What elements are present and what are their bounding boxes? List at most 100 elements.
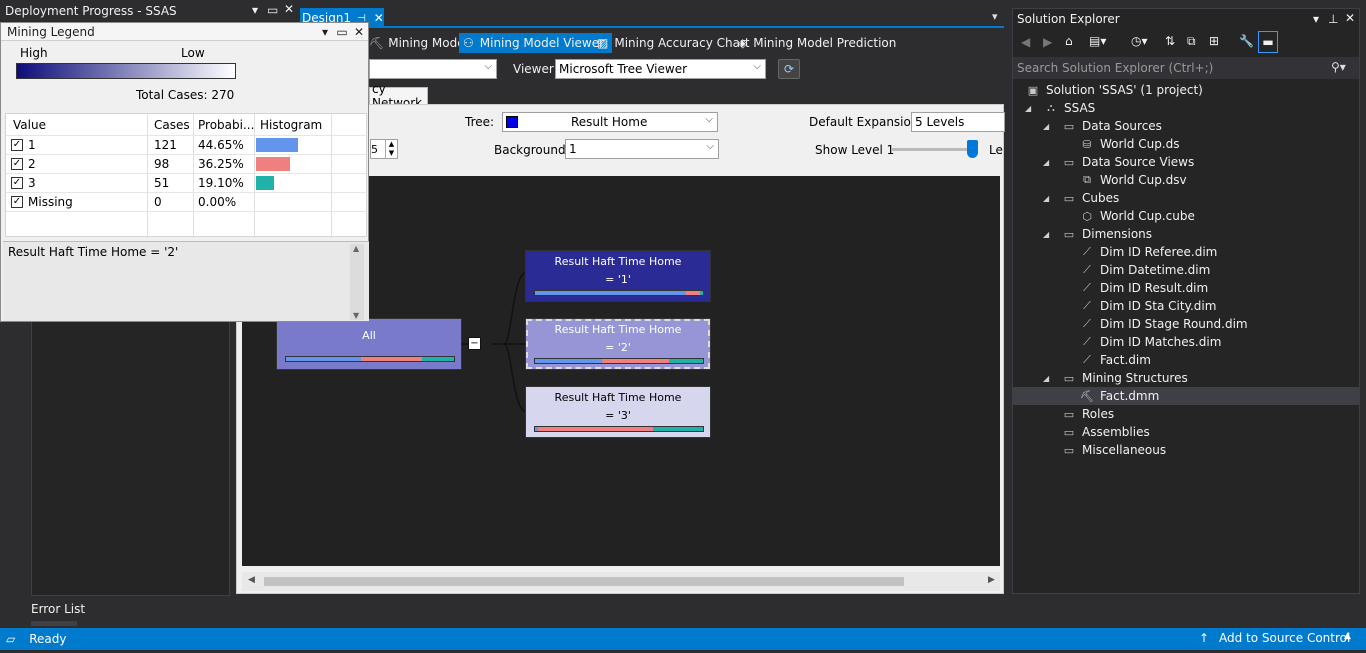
tree-item[interactable]: ⛏ Fact.dmm: [1013, 387, 1359, 405]
tree-project[interactable]: ◢ ⛬ SSAS: [1025, 99, 1095, 117]
tree-item-label: World Cup.dsv: [1100, 173, 1187, 187]
tree-folder[interactable]: ◢ ▭ Dimensions: [1043, 225, 1152, 243]
tree-item[interactable]: ⟋ Dim ID Sta City.dim: [1079, 297, 1216, 315]
default-expansion-select[interactable]: 5 Levels: [911, 112, 1005, 132]
chevron-up-icon[interactable]: ▲: [1344, 631, 1351, 641]
legend-prob: 19.10%: [198, 176, 244, 190]
close-icon[interactable]: ✕: [351, 23, 367, 41]
tree-folder[interactable]: ▭ Miscellaneous: [1061, 441, 1166, 459]
dropdown-icon[interactable]: ▾: [317, 23, 333, 41]
scroll-down-icon[interactable]: ▼: [353, 311, 359, 320]
forward-icon[interactable]: ▶: [1043, 35, 1052, 49]
pin-icon[interactable]: ⊥: [1328, 12, 1338, 26]
maximize-icon[interactable]: ▭: [267, 3, 278, 17]
tree-item[interactable]: ⧉ World Cup.dsv: [1079, 171, 1187, 189]
node-histogram: [285, 356, 455, 362]
sync-icon[interactable]: ⇅: [1165, 34, 1175, 48]
tree-folder[interactable]: ▭ Assemblies: [1061, 423, 1150, 441]
expand-icon[interactable]: ◢: [1025, 104, 1031, 113]
node-label: All: [362, 329, 376, 342]
legend-row: ✓ 2 98 36.25%: [6, 155, 368, 174]
expand-icon[interactable]: ◢: [1043, 374, 1049, 383]
dropdown-icon[interactable]: ▾: [1313, 12, 1319, 26]
tree-node-2[interactable]: Result Haft Time Home = '2': [525, 318, 711, 370]
level-slider-track[interactable]: [891, 148, 977, 151]
tree-folder[interactable]: ▭ Roles: [1061, 405, 1114, 423]
description-scrollbar[interactable]: ▲ ▼: [350, 244, 364, 320]
tree-item[interactable]: ⟋ Dim ID Matches.dim: [1079, 333, 1221, 351]
tab-mining-accuracy-chart[interactable]: ▨ Mining Accuracy Chart: [597, 33, 750, 53]
solution-explorer-titlebar: Solution Explorer ▾ ⊥ ✕: [1017, 11, 1356, 26]
legend-low-label: Low: [181, 46, 205, 60]
tree-folder[interactable]: ◢ ▭ Data Source Views: [1043, 153, 1194, 171]
back-icon[interactable]: ◀: [1021, 35, 1030, 49]
legend-checkbox[interactable]: ✓: [11, 158, 23, 170]
home-icon[interactable]: ⌂: [1065, 34, 1073, 48]
expand-icon[interactable]: ◢: [1043, 194, 1049, 203]
dropdown-icon[interactable]: ▾: [252, 3, 258, 17]
tree-select[interactable]: Result Home ⌵: [502, 112, 718, 132]
scroll-thumb[interactable]: [264, 577, 904, 586]
legend-cases: 0: [154, 195, 162, 209]
switch-views-icon[interactable]: ▤▾: [1089, 34, 1106, 48]
tree-node-1[interactable]: Result Haft Time Home = '1': [525, 250, 711, 302]
tree-item[interactable]: ⛁ World Cup.ds: [1079, 135, 1179, 153]
search-icon[interactable]: ⚲▾: [1331, 60, 1346, 74]
legend-cases: 51: [154, 176, 170, 190]
spinner-arrows-icon[interactable]: ▲ ▼: [385, 140, 397, 158]
tree-item[interactable]: ⟋ Dim Datetime.dim: [1079, 261, 1210, 279]
horizontal-scrollbar[interactable]: ◀ ▶: [242, 572, 1000, 591]
error-list-tab[interactable]: Error List: [31, 602, 151, 620]
tree-item[interactable]: ⬡ World Cup.cube: [1079, 207, 1195, 225]
expand-icon[interactable]: ◢: [1043, 158, 1049, 167]
add-to-source-control[interactable]: Add to Source Control: [1219, 631, 1350, 645]
scroll-left-icon[interactable]: ◀: [248, 575, 255, 585]
refresh-button[interactable]: ⟳: [778, 59, 800, 79]
expand-icon[interactable]: ◢: [1043, 122, 1049, 131]
tree-folder[interactable]: ◢ ▭ Cubes: [1043, 189, 1119, 207]
tree-item[interactable]: ⟋ Dim ID Stage Round.dim: [1079, 315, 1247, 333]
tree-item-label: Roles: [1082, 407, 1115, 421]
scroll-up-icon[interactable]: ▲: [353, 244, 359, 253]
tree-folder[interactable]: ◢ ▭ Mining Structures: [1043, 369, 1188, 387]
legend-checkbox[interactable]: ✓: [11, 139, 23, 151]
preview-icon[interactable]: ▬: [1258, 31, 1278, 53]
show-all-files-icon[interactable]: ⊞: [1209, 34, 1219, 48]
status-bar: ▱ Ready ↑ Add to Source Control ▲: [0, 628, 1366, 650]
model-select[interactable]: ⌵: [369, 59, 497, 79]
close-tab-icon[interactable]: ✕: [374, 11, 384, 25]
legend-value: 2: [28, 157, 36, 171]
tree-solution[interactable]: ▣ Solution 'SSAS' (1 project): [1025, 81, 1203, 99]
viewer-select[interactable]: Microsoft Tree Viewer ⌵: [555, 59, 766, 79]
pending-changes-icon[interactable]: ◷▾: [1131, 34, 1148, 48]
level-slider-thumb[interactable]: [967, 140, 978, 158]
collapse-node-icon[interactable]: −: [468, 337, 481, 350]
dependency-network-tab[interactable]: cy Network: [369, 82, 428, 110]
collapse-all-icon[interactable]: ⧉: [1187, 34, 1196, 49]
legend-prob: 0.00%: [198, 195, 237, 209]
close-icon[interactable]: ✕: [284, 2, 294, 16]
solution-search-input[interactable]: Search Solution Explorer (Ctrl+;) ⚲▾: [1013, 57, 1359, 79]
tree-node-all[interactable]: All: [276, 318, 462, 370]
tab-mining-model-viewer[interactable]: ⚇ Mining Model Viewer: [459, 33, 613, 53]
legend-histogram-bar: [256, 157, 290, 171]
legend-checkbox[interactable]: ✓: [11, 177, 23, 189]
tree-node-3[interactable]: Result Haft Time Home = '3': [525, 386, 711, 438]
folder-icon: ▭: [1063, 155, 1075, 169]
tree-item[interactable]: ⟋ Fact.dim: [1079, 351, 1151, 369]
tree-item[interactable]: ⟋ Dim ID Referee.dim: [1079, 243, 1217, 261]
tree-folder[interactable]: ◢ ▭ Data Sources: [1043, 117, 1162, 135]
scroll-right-icon[interactable]: ▶: [988, 575, 995, 585]
legend-checkbox[interactable]: ✓: [11, 196, 23, 208]
close-icon[interactable]: ✕: [1345, 11, 1355, 25]
expand-icon[interactable]: ◢: [1043, 230, 1049, 239]
tab-mining-model-prediction[interactable]: ◈ Mining Model Prediction: [738, 33, 896, 53]
level-spinner[interactable]: 5 ▲ ▼: [370, 139, 398, 159]
default-expansion-label: Default Expansion:: [809, 115, 923, 129]
tab-dropdown-icon[interactable]: ▾: [992, 10, 998, 23]
background-select[interactable]: 1 ⌵: [565, 139, 719, 159]
tab-underline: [300, 26, 1004, 28]
properties-icon[interactable]: 🔧: [1239, 34, 1254, 48]
tree-item[interactable]: ⟋ Dim ID Result.dim: [1079, 279, 1208, 297]
maximize-icon[interactable]: ▭: [334, 23, 350, 41]
